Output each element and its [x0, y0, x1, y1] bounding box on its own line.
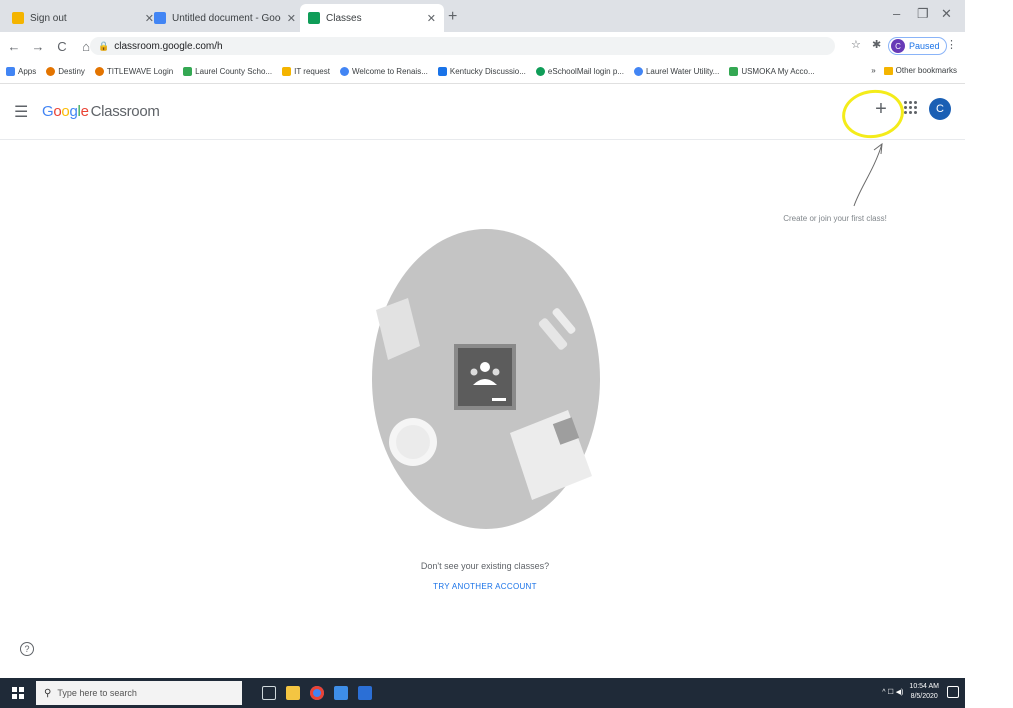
minimize-button[interactable]: –	[893, 6, 900, 21]
empty-state-message: Don't see your existing classes?	[420, 561, 550, 571]
browser-toolbar: ← → C ⌂ 🔒 classroom.google.com/h ☆ ✱ C P…	[0, 32, 965, 60]
sign-out-favicon-icon	[12, 12, 24, 24]
bookmark-laurel-water[interactable]: Laurel Water Utility...	[633, 67, 720, 76]
back-button[interactable]: ←	[4, 39, 24, 54]
bookmark-label: Destiny	[58, 67, 85, 76]
file-explorer-icon[interactable]	[286, 686, 300, 700]
edge-icon[interactable]	[334, 686, 348, 700]
bookmark-apps[interactable]: Apps	[6, 67, 36, 76]
logo-letter: e	[80, 103, 89, 120]
logo-letter: G	[42, 103, 54, 120]
profile-status: Paused	[909, 41, 940, 51]
bookmark-favicon-icon	[282, 67, 292, 76]
close-tab-icon[interactable]: ✕	[427, 12, 436, 25]
bookmark-usmoka[interactable]: USMOKA My Acco...	[729, 67, 815, 76]
create-join-hint: Create or join your first class!	[783, 214, 887, 223]
bookmark-laurel-county[interactable]: Laurel County Scho...	[183, 67, 272, 76]
bookmark-label: Apps	[18, 67, 37, 76]
close-window-button[interactable]: ✕	[941, 6, 952, 22]
bookmark-label: IT request	[294, 67, 330, 76]
clock-time: 10:54 AM	[909, 683, 939, 690]
try-another-account-link[interactable]: TRY ANOTHER ACCOUNT	[350, 582, 620, 591]
notification-center-icon[interactable]	[947, 686, 959, 698]
reload-button[interactable]: C	[52, 39, 72, 54]
bookmark-favicon-icon	[729, 67, 739, 76]
bookmark-label: Laurel County Scho...	[195, 67, 273, 76]
system-tray: ^ ☐ ◀) 10:54 AM 8/5/2020	[882, 682, 959, 702]
bookmark-label: Kentucky Discussio...	[449, 67, 526, 76]
chrome-icon[interactable]	[310, 686, 324, 700]
close-tab-icon[interactable]: ✕	[287, 12, 296, 25]
search-icon: ⚲	[44, 687, 52, 699]
google-classroom-logo[interactable]: Google Classroom	[42, 103, 160, 120]
classroom-favicon-icon	[308, 12, 320, 24]
main-menu-icon[interactable]: ☰	[14, 102, 28, 122]
bookmarks-overflow-button[interactable]: »	[871, 66, 875, 75]
new-tab-button[interactable]: +	[448, 8, 457, 26]
lock-icon: 🔒	[98, 40, 110, 51]
bookmark-favicon-icon	[183, 67, 193, 76]
bookmark-favicon-icon	[94, 67, 104, 76]
bookmark-kentucky[interactable]: Kentucky Discussio...	[437, 67, 526, 76]
bookmark-label: USMOKA My Acco...	[741, 67, 815, 76]
bookmark-favicon-icon	[633, 67, 643, 76]
windows-start-icon[interactable]	[12, 687, 24, 699]
folder-icon	[883, 66, 893, 75]
address-bar[interactable]: 🔒 classroom.google.com/h	[90, 37, 835, 55]
tab-title: Sign out	[30, 12, 67, 24]
forward-button[interactable]: →	[28, 39, 48, 54]
bookmark-favicon-icon	[339, 67, 349, 76]
account-avatar[interactable]: C	[929, 98, 951, 120]
extension-icon[interactable]: ✱	[872, 38, 881, 51]
bookmark-star-icon[interactable]: ☆	[851, 38, 861, 51]
bookmark-eschoolmail[interactable]: eSchoolMail login p...	[535, 67, 624, 76]
apps-grid-icon	[6, 67, 15, 76]
profile-button[interactable]: C Paused	[888, 37, 947, 55]
tab-untitled-document[interactable]: Untitled document - Google Do ✕	[146, 4, 304, 32]
empty-classroom-illustration	[372, 229, 600, 529]
bookmarks-bar: Apps Destiny TITLEWAVE Login Laurel Coun…	[0, 60, 965, 84]
maximize-button[interactable]: ❐	[917, 6, 929, 22]
bookmark-label: TITLEWAVE Login	[106, 67, 174, 76]
bookmark-it-request[interactable]: IT request	[282, 67, 330, 76]
profile-avatar: C	[891, 39, 905, 53]
taskbar-search-box[interactable]: ⚲ Type here to search	[36, 681, 242, 705]
windows-taskbar: ⚲ Type here to search ^ ☐ ◀) 10:54 AM 8/…	[0, 678, 965, 708]
bookmarks-overflow: » Other bookmarks	[871, 66, 957, 75]
classroom-header: ☰ Google Classroom + C	[0, 84, 965, 140]
bookmark-label: Welcome to Renais...	[351, 67, 428, 76]
word-icon[interactable]	[358, 686, 372, 700]
clock-date: 8/5/2020	[910, 693, 938, 700]
logo-letter: g	[69, 103, 78, 120]
tab-classes[interactable]: Classes ✕	[300, 4, 444, 32]
other-bookmarks-button[interactable]: Other bookmarks	[896, 66, 957, 75]
tray-icons[interactable]: ^ ☐ ◀)	[882, 688, 903, 696]
tab-title: Untitled document - Google Do	[172, 12, 281, 24]
taskbar-clock[interactable]: 10:54 AM 8/5/2020	[909, 682, 939, 702]
annotation-arrow-icon	[853, 142, 883, 207]
docs-favicon-icon	[154, 12, 166, 24]
url-text: classroom.google.com/h	[114, 40, 223, 52]
tab-title: Classes	[326, 12, 362, 24]
browser-tab-strip: Sign out ✕ Untitled document - Google Do…	[0, 0, 965, 32]
bookmark-renaissance[interactable]: Welcome to Renais...	[339, 67, 428, 76]
browser-menu-icon[interactable]: ⋮	[946, 38, 957, 51]
tab-sign-out[interactable]: Sign out ✕	[4, 4, 162, 32]
bookmark-destiny[interactable]: Destiny	[46, 67, 85, 76]
bookmark-favicon-icon	[437, 67, 447, 76]
product-name: Classroom	[90, 103, 160, 120]
task-view-icon[interactable]	[262, 686, 276, 700]
bookmark-label: Laurel Water Utility...	[645, 67, 720, 76]
help-icon[interactable]: ?	[20, 642, 34, 656]
bookmark-label: eSchoolMail login p...	[547, 67, 624, 76]
bookmark-favicon-icon	[535, 67, 545, 76]
taskbar-search-placeholder: Type here to search	[57, 688, 137, 698]
bookmark-favicon-icon	[46, 67, 56, 76]
screen: Sign out ✕ Untitled document - Google Do…	[0, 0, 965, 708]
bookmark-titlewave[interactable]: TITLEWAVE Login	[94, 67, 174, 76]
google-apps-icon[interactable]	[904, 101, 918, 115]
